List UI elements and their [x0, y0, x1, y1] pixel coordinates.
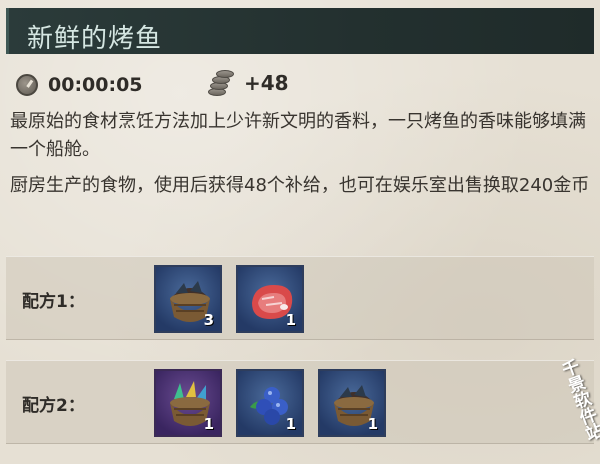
- ingredient-count: 1: [285, 311, 296, 329]
- supply-value: +48: [244, 71, 289, 95]
- coin-stack-icon: [206, 68, 236, 98]
- description-line: 厨房生产的食物，使用后获得48个补给，也可在娱乐室出售换取240金币: [10, 175, 590, 196]
- recipe-row: 配方1： 3 1: [6, 256, 594, 340]
- ingredient-count: 3: [203, 311, 214, 329]
- craft-time-value: 00:00:05: [48, 74, 143, 96]
- item-description: 最原始的食材烹饪方法加上少许新文明的香料，一只烤鱼的香味能够填满一个船舱。 厨房…: [10, 108, 590, 208]
- ingredient-slot[interactable]: 3: [154, 265, 222, 333]
- recipe-row: 配方2： 1 1 1: [6, 360, 594, 444]
- description-line: 最原始的食材烹饪方法加上少许新文明的香料，一只烤鱼的香味能够填满一个船舱。: [10, 111, 586, 160]
- ingredient-count: 1: [203, 415, 214, 433]
- recipe-label: 配方1：: [22, 292, 85, 312]
- ingredient-count: 1: [285, 415, 296, 433]
- title-bar: 新鲜的烤鱼: [6, 8, 594, 54]
- ingredient-slot[interactable]: 1: [236, 369, 304, 437]
- ingredient-slot[interactable]: 1: [236, 265, 304, 333]
- ingredient-count: 1: [367, 415, 378, 433]
- supply-stat: +48: [206, 68, 289, 98]
- item-title: 新鲜的烤鱼: [27, 24, 163, 54]
- ingredient-slot[interactable]: 1: [154, 369, 222, 437]
- recipe-label: 配方2：: [22, 396, 85, 416]
- craft-time-stat: 00:00:05: [16, 70, 143, 100]
- ingredient-slot[interactable]: 1: [318, 369, 386, 437]
- clock-icon: [16, 74, 38, 96]
- item-detail-panel: 新鲜的烤鱼 00:00:05 +48 最原始的食材烹饪方法加上少许新文明的香料，…: [0, 0, 600, 464]
